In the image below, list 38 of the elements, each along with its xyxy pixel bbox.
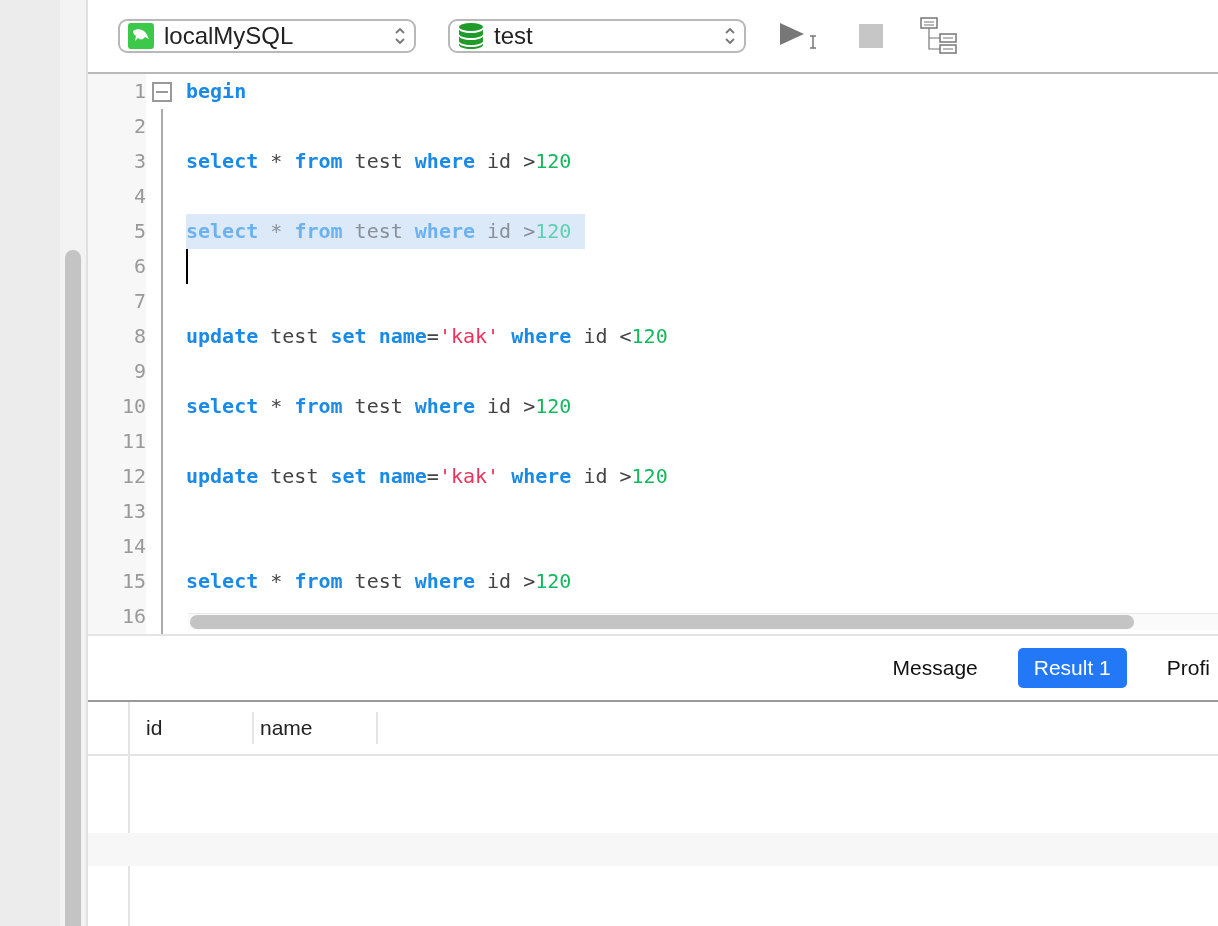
- connection-select[interactable]: localMySQL: [118, 19, 416, 53]
- code-line: begin: [186, 78, 248, 105]
- line-number: 5: [88, 214, 146, 249]
- line-number: 15: [88, 564, 146, 599]
- line-number: 8: [88, 319, 146, 354]
- code-line: select * from test where id >120: [186, 568, 573, 595]
- chevron-updown-icon: [724, 26, 736, 46]
- code-line: select * from test where id >120: [186, 393, 573, 420]
- line-number: 12: [88, 459, 146, 494]
- explain-icon[interactable]: [920, 17, 958, 55]
- code-line: update test set name='kak' where id <120: [186, 323, 669, 350]
- line-number: 14: [88, 529, 146, 564]
- column-header[interactable]: name: [254, 712, 378, 744]
- line-number: 1: [88, 74, 146, 109]
- line-number: 4: [88, 179, 146, 214]
- line-number: 7: [88, 284, 146, 319]
- line-number: 11: [88, 424, 146, 459]
- scrollbar-thumb[interactable]: [190, 615, 1134, 629]
- line-number: 10: [88, 389, 146, 424]
- database-icon: [458, 22, 484, 50]
- line-number: 13: [88, 494, 146, 529]
- column-header[interactable]: id: [130, 712, 254, 744]
- result-tab[interactable]: Profi: [1150, 648, 1218, 688]
- line-number: 16: [88, 599, 146, 634]
- scrollbar-thumb[interactable]: [65, 250, 81, 926]
- result-tab[interactable]: Result 1: [1017, 648, 1127, 688]
- code-line: select * from test where id >120: [186, 148, 573, 175]
- line-number: 3: [88, 144, 146, 179]
- stop-icon[interactable]: [858, 23, 884, 49]
- fold-toggle[interactable]: [152, 81, 172, 102]
- database-select[interactable]: test: [448, 19, 746, 53]
- result-tab[interactable]: Message: [876, 648, 994, 688]
- dolphin-icon: [128, 23, 154, 49]
- chevron-updown-icon: [394, 26, 406, 46]
- line-number: 9: [88, 354, 146, 389]
- line-number: 6: [88, 249, 146, 284]
- code-line: update test set name='kak' where id >120: [186, 463, 669, 490]
- line-number: 2: [88, 109, 146, 144]
